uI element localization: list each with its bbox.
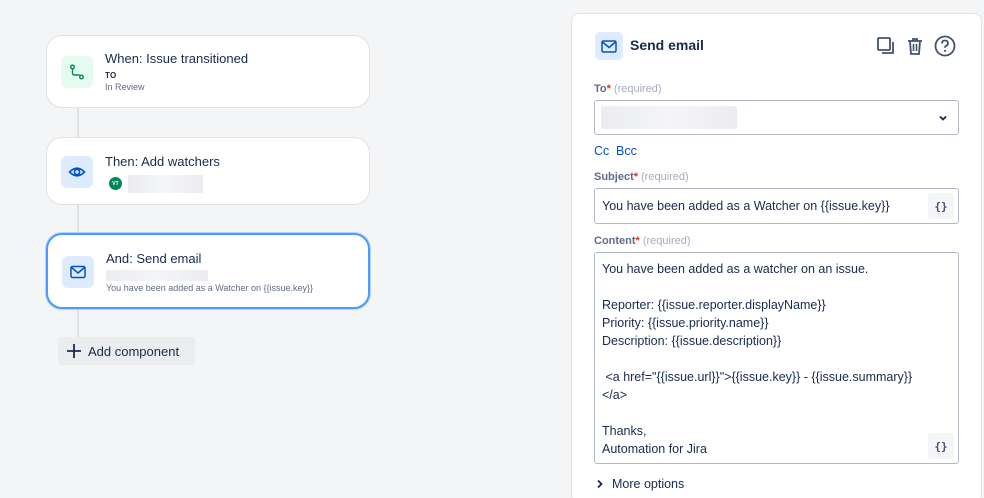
- subject-value: You have been added as a Watcher on {{is…: [602, 199, 890, 213]
- subject-label: Subject* (required): [594, 171, 689, 183]
- subject-input[interactable]: You have been added as a Watcher on {{is…: [594, 188, 959, 224]
- send-email-panel: Send email To* (required) Cc Bcc Subject…: [571, 13, 982, 498]
- redacted-recipient: [601, 106, 737, 129]
- help-button[interactable]: [932, 33, 958, 59]
- add-component-label: Add component: [88, 343, 180, 359]
- required-hint: (required): [641, 171, 689, 183]
- trigger-to-label: TO: [105, 71, 117, 80]
- to-select[interactable]: [594, 100, 959, 135]
- cc-link[interactable]: Cc: [594, 144, 609, 158]
- required-star: *: [635, 235, 640, 247]
- send-email-card[interactable]: And: Send email You have been added as a…: [46, 233, 370, 309]
- subject-label-text: Subject: [594, 171, 634, 183]
- copy-icon: [877, 37, 894, 54]
- send-email-preview: You have been added as a Watcher on {{is…: [106, 283, 313, 293]
- send-email-title: And: Send email: [106, 251, 202, 266]
- trigger-status: In Review: [105, 82, 145, 92]
- plus-icon: [67, 344, 81, 358]
- required-hint: (required): [642, 235, 691, 247]
- add-watchers-card[interactable]: Then: Add watchers VT: [46, 137, 370, 205]
- content-textarea[interactable]: You have been added as a watcher on an i…: [594, 252, 959, 464]
- redacted-watcher-name: [128, 175, 203, 193]
- mail-icon: [62, 256, 94, 288]
- more-options-toggle[interactable]: More options: [596, 477, 684, 491]
- connector-line: [77, 309, 79, 339]
- more-options-label: More options: [612, 477, 685, 491]
- chevron-down-icon: [939, 115, 947, 121]
- panel-title: Send email: [630, 37, 704, 53]
- required-star: *: [606, 83, 611, 95]
- connector-line: [77, 108, 79, 138]
- to-label: To* (required): [594, 83, 662, 95]
- to-label-text: To: [594, 83, 607, 95]
- content-value: You have been added as a watcher on an i…: [602, 262, 913, 456]
- help-icon: [934, 35, 956, 57]
- mail-icon: [595, 32, 623, 60]
- bcc-link[interactable]: Bcc: [616, 144, 637, 158]
- required-hint: (required): [613, 83, 662, 95]
- trigger-card[interactable]: When: Issue transitioned TO In Review: [46, 35, 370, 108]
- branch-icon: [61, 56, 93, 88]
- avatar: VT: [109, 177, 122, 190]
- trigger-title: When: Issue transitioned: [105, 51, 249, 66]
- duplicate-button[interactable]: [873, 33, 899, 59]
- add-watchers-title: Then: Add watchers: [105, 154, 220, 169]
- eye-icon: [61, 156, 93, 188]
- content-label-text: Content: [594, 235, 636, 247]
- content-label: Content* (required): [594, 235, 691, 247]
- connector-line: [77, 204, 79, 234]
- delete-button[interactable]: [902, 33, 928, 59]
- redacted-recipient: [106, 270, 208, 281]
- trash-icon: [908, 38, 922, 55]
- required-star: *: [633, 171, 639, 183]
- smart-value-button[interactable]: {}: [928, 433, 954, 459]
- chevron-right-icon: [597, 479, 603, 489]
- add-component-button[interactable]: Add component: [58, 337, 195, 365]
- smart-value-button[interactable]: {}: [928, 193, 954, 219]
